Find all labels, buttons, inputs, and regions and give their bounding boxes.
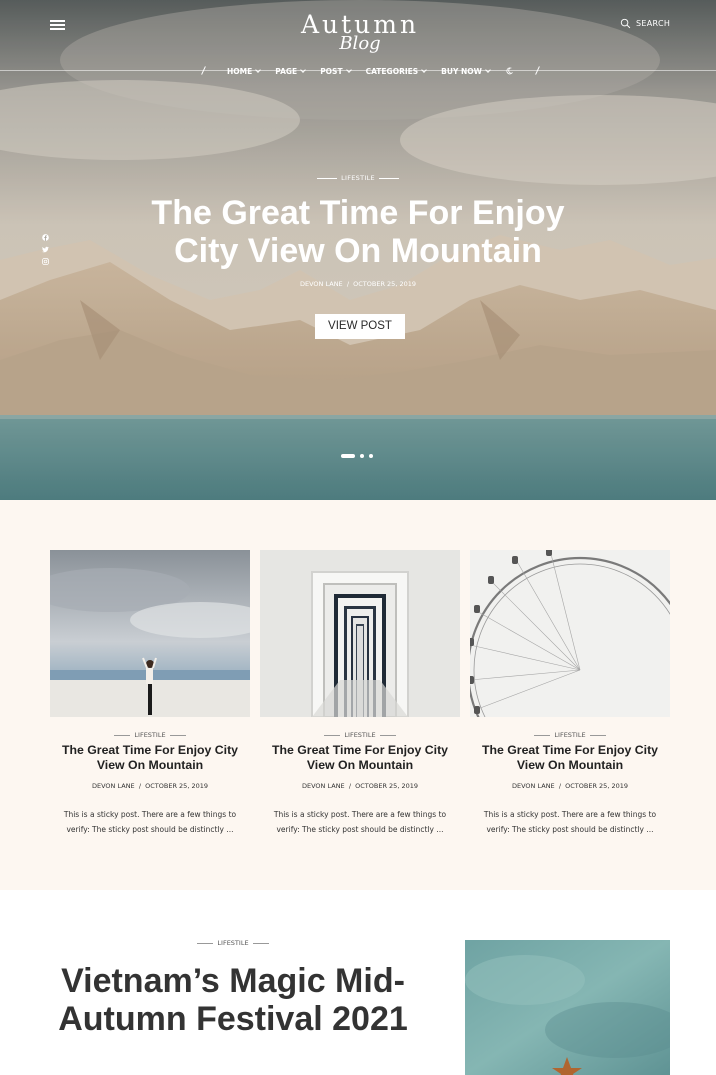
nav-item-buy-now[interactable]: BUY NOW [441,66,491,76]
card-author[interactable]: DEVON LANE [92,782,135,790]
chevron-down-icon [485,66,491,73]
card-author[interactable]: DEVON LANE [512,782,555,790]
dark-mode-toggle[interactable] [505,67,513,75]
card-category-label[interactable]: LIFESTILE [344,731,375,739]
card-title[interactable]: The Great Time For Enjoy City View On Mo… [260,743,460,773]
card-category-label[interactable]: LIFESTILE [134,731,165,739]
view-post-button[interactable]: VIEW POST [315,314,405,339]
featured-card: LIFESTILE The Great Time For Enjoy City … [260,550,460,837]
nav-item-label: PAGE [275,66,298,76]
nav-item-label: CATEGORIES [365,66,419,76]
card-image-doorways[interactable] [260,550,460,717]
hero-author[interactable]: DEVON LANE [300,280,343,288]
nav-item-home[interactable]: HOME [227,66,262,76]
hero-category-label[interactable]: LIFESTILE [341,174,375,182]
decorative-line [589,734,606,736]
chevron-down-icon [300,66,307,73]
card-image-woman-beach[interactable] [50,550,250,717]
search-button[interactable]: SEARCH [620,18,670,29]
card-image-ferris-wheel[interactable] [470,550,670,717]
card-title[interactable]: The Great Time For Enjoy City View On Mo… [470,743,670,773]
social-links [42,234,49,265]
card-excerpt: This is a sticky post. There are a few t… [63,810,237,834]
site-logo[interactable]: Autumn Blog [300,12,420,58]
card-category: LIFESTILE [260,731,460,739]
hero-category: LIFESTILE [258,174,458,182]
decorative-line [534,734,551,736]
card-meta: DEVON LANE / OCTOBER 25, 2019 [470,782,670,790]
decorative-line [378,177,399,179]
nav-item-label: BUY NOW [441,66,482,76]
hamburger-menu-icon[interactable] [50,19,66,31]
article-category: LIFESTILE [133,939,333,947]
decorative-line [252,942,269,944]
article-category-label[interactable]: LIFESTILE [217,939,248,947]
slider-dot-2[interactable] [360,454,364,458]
card-excerpt: This is a sticky post. There are a few t… [273,810,447,834]
card-date: OCTOBER 25, 2019 [145,782,208,790]
chevron-down-icon [421,66,428,73]
meta-separator: / [348,782,352,790]
card-date: OCTOBER 25, 2019 [565,782,628,790]
card-meta: DEVON LANE / OCTOBER 25, 2019 [260,782,460,790]
search-label: SEARCH [636,19,671,28]
nav-item-categories[interactable]: CATEGORIES [365,66,428,76]
logo-script-text: Blog [339,33,381,54]
card-author[interactable]: DEVON LANE [302,782,345,790]
meta-separator: / [558,782,562,790]
nav-item-label: POST [320,66,343,76]
decorative-line [324,734,341,736]
hero-date: OCTOBER 25, 2019 [353,280,416,288]
moon-icon [506,67,513,75]
slider-dot-3[interactable] [369,454,373,458]
chevron-down-icon [345,66,352,73]
card-category-label[interactable]: LIFESTILE [554,731,585,739]
decorative-line [317,177,338,179]
meta-separator: / [138,782,142,790]
twitter-icon[interactable] [42,246,49,253]
hero-title[interactable]: The Great Time For Enjoy City View On Mo… [90,194,626,270]
nav-item-post[interactable]: POST [320,66,352,76]
card-excerpt: This is a sticky post. There are a few t… [483,810,657,834]
chevron-down-icon [255,66,262,73]
featured-card: LIFESTILE The Great Time For Enjoy City … [470,550,670,837]
nav-item-page[interactable]: PAGE [275,66,307,76]
decorative-line [114,734,131,736]
hero-meta: DEVON LANE / OCTOBER 25, 2019 [258,280,458,288]
card-title[interactable]: The Great Time For Enjoy City View On Mo… [50,743,250,773]
article-title[interactable]: Vietnam’s Magic Mid-Autumn Festival 2021 [40,962,426,1038]
nav-item-label: HOME [227,66,253,76]
card-meta: DEVON LANE / OCTOBER 25, 2019 [50,782,250,790]
card-category: LIFESTILE [470,731,670,739]
search-icon [620,18,631,29]
hero-title-line-2: City View On Mountain [174,232,542,270]
decorative-line [379,734,396,736]
card-category: LIFESTILE [50,731,250,739]
main-navigation: HOME PAGE POST CATEGORIES BUY NOW [200,64,540,78]
instagram-icon[interactable] [42,258,49,265]
decorative-line [197,942,214,944]
featured-card: LIFESTILE The Great Time For Enjoy City … [50,550,250,837]
decorative-line [169,734,186,736]
facebook-icon[interactable] [42,234,49,241]
hero-title-line-1: The Great Time For Enjoy [151,194,565,232]
slider-dot-1[interactable] [341,454,355,458]
slider-pagination [341,454,373,458]
card-date: OCTOBER 25, 2019 [355,782,418,790]
meta-separator: / [346,280,350,288]
hero-slider: Autumn Blog SEARCH HOME PAGE POST CATEGO… [0,0,716,500]
article-image-starfish[interactable] [465,940,670,1075]
featured-posts: LIFESTILE The Great Time For Enjoy City … [0,500,716,890]
